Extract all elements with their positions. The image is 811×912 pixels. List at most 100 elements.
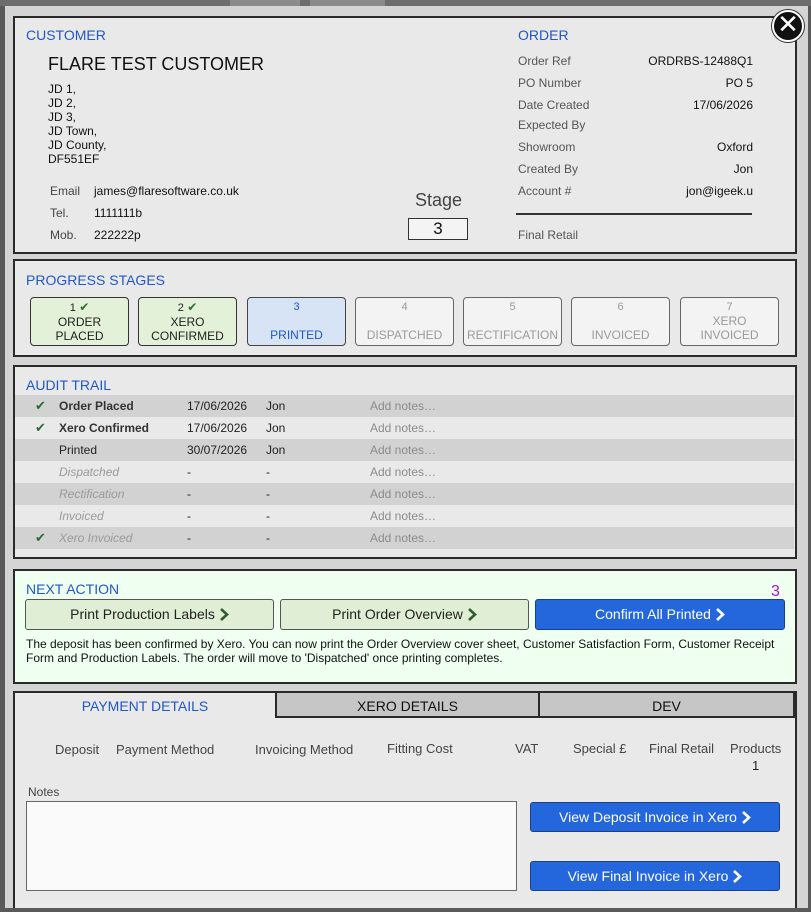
notes-textarea[interactable] [26, 801, 517, 891]
stage-number-text: 4 [401, 301, 408, 313]
audit-notes-input[interactable]: Add notes… [370, 417, 436, 439]
audit-event: Xero Invoiced [59, 531, 133, 545]
tel-row: Tel. 1111111b [50, 206, 142, 220]
order-row-value: Oxford [716, 140, 753, 154]
stage-6[interactable]: 6 INVOICED [571, 297, 670, 346]
button-label: Print Order Overview [332, 606, 463, 622]
chevron-right-icon [716, 608, 725, 621]
next-action-heading: NEXT ACTION [26, 581, 120, 597]
stage-number: 2 ✔ [139, 300, 236, 315]
check-icon: ✔ [183, 300, 198, 314]
button-label: Print Production Labels [70, 606, 215, 622]
stage-3[interactable]: 3 PRINTED [247, 297, 346, 346]
order-row-label: Created By [518, 162, 579, 176]
stage-label-line2: DISPATCHED [366, 328, 443, 342]
order-row-label: Showroom [518, 140, 576, 154]
tel-label: Tel. [50, 206, 69, 220]
stage-2[interactable]: 2 ✔ XERO CONFIRMED [138, 297, 237, 346]
audit-event: Dispatched [59, 465, 120, 479]
audit-notes-input[interactable]: Add notes… [370, 483, 436, 505]
check-icon: ✔ [75, 300, 90, 314]
check-icon: ✔ [35, 530, 46, 545]
progress-heading: PROGRESS STAGES [26, 272, 165, 288]
order-divider [516, 213, 752, 215]
stage-label-line2: INVOICED [591, 328, 650, 342]
column-header: Fitting Cost [387, 741, 453, 756]
stage-number: 5 [464, 300, 561, 314]
close-icon[interactable]: ✕ [772, 10, 804, 42]
print-order-overview-button[interactable]: Print Order Overview [280, 599, 529, 630]
stage-number-text: 5 [509, 301, 516, 313]
stage-label-line1 [572, 314, 669, 328]
customer-address: JD 1, JD 2, JD 3, JD Town, JD County, DF… [48, 82, 106, 166]
chevron-right-icon [219, 608, 229, 621]
order-row-label: Expected By [518, 118, 586, 132]
audit-notes-input[interactable]: Add notes… [370, 505, 436, 527]
column-header: VAT [515, 741, 539, 756]
mob-label: Mob. [50, 228, 77, 242]
confirm-all-printed-button[interactable]: Confirm All Printed [535, 599, 785, 630]
stage-label-line2: PRINTED [270, 328, 323, 342]
stage-4[interactable]: 4 DISPATCHED [355, 297, 454, 346]
order-row-label: Order Ref [518, 54, 571, 68]
tab-xero-details[interactable]: XERO DETAILS [277, 691, 540, 718]
order-row: Account # jon@igeek.u [518, 184, 753, 198]
view-final-invoice-button[interactable]: View Final Invoice in Xero [530, 861, 780, 891]
audit-row: ✔ Order Placed 17/06/2026 Jon Add notes… [15, 395, 794, 417]
stage-number-text: 3 [293, 301, 300, 313]
stage-label-line1: XERO [170, 315, 205, 329]
audit-heading: AUDIT TRAIL [26, 377, 112, 393]
audit-event: Rectification [59, 487, 125, 501]
stage-label-line2: CONFIRMED [151, 329, 224, 343]
audit-notes-input[interactable]: Add notes… [370, 439, 436, 461]
audit-notes-input[interactable]: Add notes… [370, 527, 436, 549]
audit-date: 30/07/2026 [187, 443, 248, 457]
stage-7[interactable]: 7 XERO INVOICED [680, 297, 779, 346]
order-row: Created By Jon [518, 162, 753, 176]
email-value[interactable]: james@flaresoftware.co.uk [94, 184, 239, 198]
stage-5[interactable]: 5 RECTIFICATION [463, 297, 562, 346]
order-modal: CUSTOMER FLARE TEST CUSTOMER JD 1, JD 2,… [5, 6, 808, 908]
order-row: Order Ref ORDRBS-12488Q1 [518, 54, 753, 68]
audit-event: Printed [59, 443, 98, 457]
audit-date: - [187, 465, 191, 479]
audit-date: 17/06/2026 [187, 421, 248, 435]
order-row: PO Number PO 5 [518, 76, 753, 90]
order-row-value: ORDRBS-12488Q1 [648, 54, 753, 68]
audit-event: Order Placed [59, 399, 134, 413]
next-action-description: The deposit has been confirmed by Xero. … [26, 637, 775, 665]
progress-stages-panel: PROGRESS STAGES 1 ✔ ORDER PLACED 2 ✔ XERO CON… [13, 259, 797, 357]
audit-user: - [266, 509, 270, 523]
audit-notes-input[interactable]: Add notes… [370, 461, 436, 483]
stage-number: 1 ✔ [31, 300, 128, 315]
chevron-right-icon [733, 870, 743, 883]
order-row-label: Account # [518, 184, 572, 198]
address-line: JD 1, [48, 82, 77, 96]
print-production-labels-button[interactable]: Print Production Labels [25, 599, 274, 630]
final-retail-row: Final Retail [518, 228, 753, 242]
audit-event: Xero Confirmed [59, 421, 150, 435]
stage-1[interactable]: 1 ✔ ORDER PLACED [30, 297, 129, 346]
order-row-value: jon@igeek.u [686, 184, 753, 198]
address-line: JD 2, [48, 96, 77, 110]
tab-dev[interactable]: DEV [540, 691, 795, 718]
column-header: Products [730, 741, 782, 756]
column-header: Invoicing Method [255, 742, 354, 757]
customer-name: FLARE TEST CUSTOMER [48, 54, 265, 74]
tab-payment-details[interactable]: PAYMENT DETAILS [15, 691, 277, 718]
audit-notes-input[interactable]: Add notes… [370, 395, 436, 417]
order-row: Showroom Oxford [518, 140, 753, 154]
stage-label-line2: INVOICED [700, 328, 759, 342]
audit-row: ✔ Xero Confirmed 17/06/2026 Jon Add notes… [15, 417, 794, 439]
notes-label: Notes [28, 785, 60, 799]
order-row-value: Jon [733, 162, 753, 176]
stage-number-text: 6 [617, 301, 624, 313]
address-line: JD County, [48, 138, 107, 152]
view-deposit-invoice-button[interactable]: View Deposit Invoice in Xero [530, 802, 780, 832]
audit-trail-panel: AUDIT TRAIL ✔ Order Placed 17/06/2026 Jon Ad… [13, 365, 797, 559]
address-line: DF551EF [48, 152, 100, 166]
stage-number-text: 7 [726, 301, 733, 313]
details-tabs-area: PAYMENT DETAILS XERO DETAILS DEV Deposit… [13, 691, 797, 908]
email-row: Email james@flaresoftware.co.uk [50, 184, 239, 198]
column-header: Final Retail [649, 741, 715, 756]
